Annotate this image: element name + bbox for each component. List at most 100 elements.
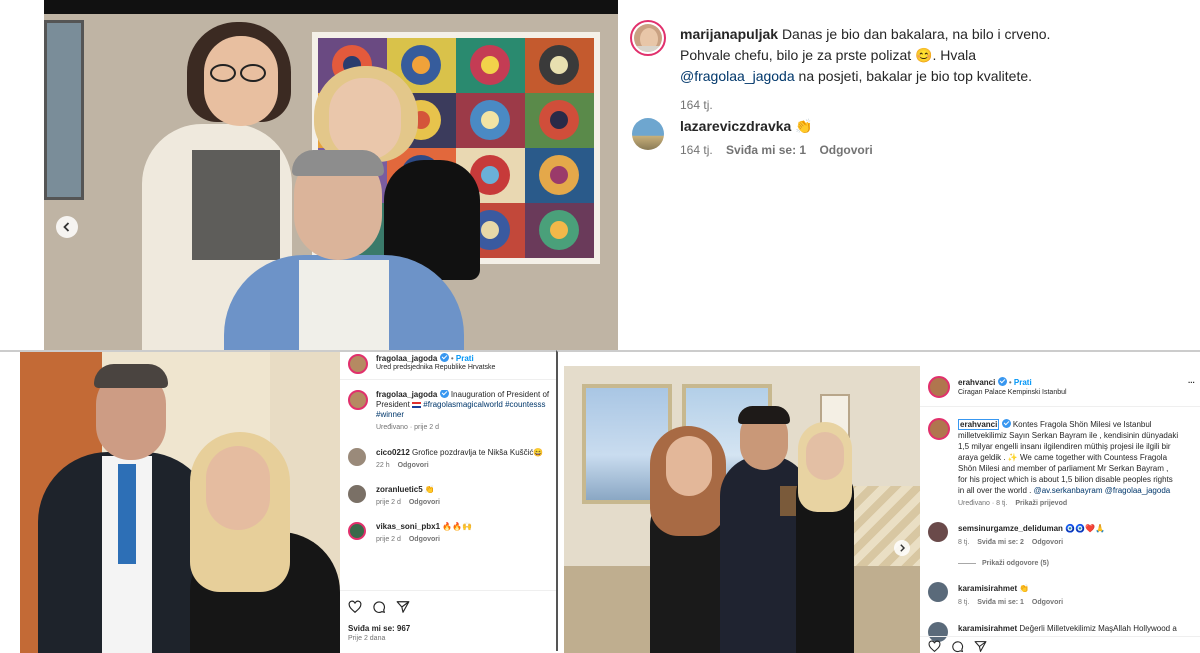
comment-time[interactable]: 22 h [376,462,390,469]
avatar[interactable] [928,522,948,542]
comment-author[interactable]: vikas_soni_pbx1 [376,522,440,531]
mention-link[interactable]: @fragolaa_jagoda [680,68,795,84]
reply-button[interactable]: Odgovori [819,143,872,157]
share-icon[interactable] [974,640,987,653]
post-photo [564,366,920,653]
post-photo [44,0,618,350]
comment-author[interactable]: cico0212 [376,448,410,457]
comment: lazareviczdravka 👏 164 tj. Sviđa mi se: … [632,116,1192,166]
verified-icon [439,390,449,399]
post-sidebar: erahvanci • Prati Ciragan Palace Kempins… [920,366,1200,653]
avatar[interactable] [928,376,950,398]
comment-author[interactable]: lazareviczdravka [680,118,791,134]
avatar[interactable] [928,582,948,602]
comment-icon[interactable] [951,640,964,653]
caption-text: araya geldik . ✨ We came together with C… [958,453,1168,462]
avatar[interactable] [348,522,366,540]
comment: karamisirahmet Değerli Milletvekilimiz M… [928,622,1200,642]
location[interactable]: Ured predsjednika Republike Hrvatske [376,364,495,371]
show-replies-label: Prikaži odgovore (5) [982,560,1049,567]
post-date: Prije 2 dana [348,635,386,642]
comment-time[interactable]: 8 tj. [958,539,969,546]
chevron-left-icon [63,222,70,232]
action-bar [348,600,548,616]
reply-button[interactable]: Odgovori [409,499,440,506]
carousel-prev-button[interactable] [56,216,78,238]
edited-time: Uređivano · prije 2 d [376,424,440,431]
follow-button[interactable]: Prati [456,354,474,363]
reply-button[interactable]: Odgovori [409,536,440,543]
comment-author[interactable]: karamisirahmet [958,584,1017,593]
caption-text: in all over the world . [958,486,1032,495]
caption-text: Danas je bio dan bakalara, na bilo i crv… [781,26,1051,42]
more-options-button[interactable]: ... [1188,376,1195,385]
avatar[interactable] [928,418,950,440]
comment: vikas_soni_pbx1 🔥🔥🙌 prije 2 d Odgovori [348,520,554,550]
comment: cico0212 Grofice pozdravlja te Nikša Kuš… [348,446,554,476]
comment-likes[interactable]: Sviđa mi se: 2 [977,539,1024,546]
comment-author[interactable]: zoranluetic5 [376,485,423,494]
croatia-flag-icon [412,401,422,408]
comment-author[interactable]: semsinurgamze_deliduman [958,524,1063,533]
hashtags[interactable]: #fragolasmagicalworld #countesss [423,400,545,409]
header-author[interactable]: erahvanci [958,378,995,387]
avatar[interactable] [630,20,666,56]
caption-text: . Hvala [932,47,977,63]
like-count[interactable]: Sviđa mi se: 967 [348,624,410,633]
comment-text: 👏 [1019,584,1030,593]
hashtag-winner[interactable]: #winner [376,410,404,419]
comment-author[interactable]: karamisirahmet [958,624,1017,633]
post-sidebar: fragolaa_jagoda • Prati Ured predsjednik… [340,352,556,653]
caption-text: na posjeti, bakalar je bio top kvalitete… [794,68,1033,84]
caption: marijanapuljak Danas je bio dan bakalara… [680,24,1200,116]
follow-button[interactable]: Prati [1014,378,1032,387]
caption-text: milletvekilimiz Sayın Serkan Bayram ile … [958,431,1179,440]
caption-text: for his project which is about 1,5 bilio… [958,475,1173,484]
comment-likes[interactable]: Sviđa mi se: 1 [726,143,806,157]
caption-author[interactable]: fragolaa_jagoda [376,390,437,399]
caption-text: Kontes Fragola Shön Milesi ve Istanbul [1012,420,1152,429]
mention-links[interactable]: @av.serkanbayram @fragolaa_jagoda [1034,486,1171,495]
comment-text: 👏 [424,485,435,494]
share-icon[interactable] [396,600,410,614]
verified-icon [997,377,1007,387]
avatar[interactable] [348,448,366,466]
clap-emoji: 👏 [795,118,813,134]
avatar[interactable] [632,118,664,150]
show-replies-button[interactable]: Prikaži odgovore (5) [958,560,1049,567]
caption-author[interactable]: erahvanci [958,419,1000,430]
reply-button[interactable]: Odgovori [1032,599,1063,606]
caption-text: 1,5 milyar engelli insanı ilgilendiren m… [958,442,1171,451]
reply-button[interactable]: Odgovori [398,462,429,469]
caption-time[interactable]: 164 tj. [680,95,1200,116]
comment-time[interactable]: 164 tj. [680,143,713,157]
comment-icon[interactable] [372,600,386,614]
smile-emoji: 😊 [915,47,933,63]
comment-text: Grofice pozdravlja te Nikša Kuščić😄 [412,448,544,457]
comment-time[interactable]: prije 2 d [376,536,401,543]
post-sidebar: marijanapuljak Danas je bio dan bakalara… [618,0,1200,350]
comment-time[interactable]: prije 2 d [376,499,401,506]
avatar[interactable] [348,390,368,410]
avatar[interactable] [928,622,948,642]
heart-icon[interactable] [348,600,362,614]
caption-text: Pohvale chefu, bilo je za prste polizat [680,47,912,63]
verified-icon [439,353,449,363]
caption-text: President [376,400,410,409]
carousel-next-button[interactable] [894,540,910,556]
translate-button[interactable]: Prikaži prijevod [1015,500,1067,507]
comment-time[interactable]: 8 tj. [958,599,969,606]
avatar[interactable] [348,354,368,374]
avatar[interactable] [348,485,366,503]
reply-button[interactable]: Odgovori [1032,539,1063,546]
heart-icon[interactable] [928,640,941,653]
comment: semsinurgamze_deliduman 🧿🧿❤️🙏 8 tj. Sviđ… [928,522,1200,552]
caption-author[interactable]: marijanapuljak [680,26,778,42]
comment-likes[interactable]: Sviđa mi se: 1 [977,599,1024,606]
location[interactable]: Ciragan Palace Kempinski Istanbul [958,389,1067,396]
chevron-right-icon [900,544,906,552]
comment: zoranluetic5 👏 prije 2 d Odgovori [348,483,554,513]
top-post: marijanapuljak Danas je bio dan bakalara… [0,0,1200,350]
header-author[interactable]: fragolaa_jagoda [376,354,437,363]
caption-text: Shön Milesi and member of parliament Mr … [958,464,1169,473]
